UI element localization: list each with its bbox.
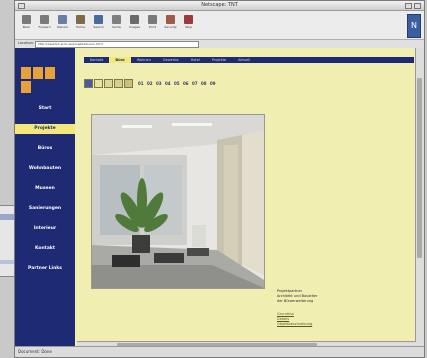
tab-4[interactable]: Gewerbe — [157, 57, 185, 63]
images-icon — [130, 15, 139, 24]
forward-icon — [40, 15, 49, 24]
toolbar-button-images[interactable]: Images — [127, 13, 142, 37]
tab-6[interactable]: Projekte — [206, 57, 232, 63]
home-icon — [76, 15, 85, 24]
site-logo[interactable] — [21, 67, 67, 93]
collapse-box[interactable] — [414, 3, 421, 9]
tab-7[interactable]: Aktuell — [232, 57, 256, 63]
toolbar-button-home[interactable]: Home — [73, 13, 88, 37]
sidebar-item-6[interactable]: Sanierungen — [19, 204, 71, 214]
back-icon — [22, 15, 31, 24]
toolbar-button-stop[interactable]: Stop — [181, 13, 196, 37]
toolbar-button-security[interactable]: Security — [163, 13, 178, 37]
window-title: Netscape: TNT — [201, 2, 238, 8]
url-input[interactable]: http://www.tnt-arch.de/projekte/buero.ht… — [35, 41, 199, 48]
pager-number[interactable]: 06 — [183, 81, 189, 86]
status-bar: Document: Done — [15, 346, 424, 357]
sidebar-item-5[interactable]: Museen — [19, 184, 71, 194]
logo-block — [21, 81, 31, 93]
background-window-stripe — [0, 260, 14, 264]
pager-number[interactable]: 02 — [147, 81, 153, 86]
vertical-scrollbar[interactable] — [415, 48, 424, 347]
zoom-box[interactable] — [405, 3, 412, 9]
security-icon — [166, 15, 175, 24]
toolbar-button-label: Back — [22, 25, 31, 29]
toolbar-button-reload[interactable]: Reload — [55, 13, 70, 37]
toolbar-button-label: Images — [129, 25, 140, 29]
toolbar-button-label: Home — [76, 25, 85, 29]
stop-icon — [184, 15, 193, 24]
reload-icon — [58, 15, 67, 24]
sidebar-item-8[interactable]: Kontakt — [19, 244, 71, 254]
search-icon — [94, 15, 103, 24]
tab-1[interactable]: Kontakt — [84, 57, 109, 63]
sidebar-item-1[interactable]: Start — [19, 104, 71, 114]
toolbar-button-print[interactable]: Print — [145, 13, 160, 37]
pager-number[interactable]: 07 — [192, 81, 198, 86]
tab-5[interactable]: Hotel — [185, 57, 206, 63]
background-window — [0, 205, 15, 277]
navigation-toolbar: N Back Forward Reload Home Search Guide Images… — [15, 11, 424, 40]
page-content: Start Projekte Büros Wohnbauten Museen Sanier… — [15, 48, 424, 347]
logo-block — [45, 67, 55, 79]
toolbar-button-search[interactable]: Search — [91, 13, 106, 37]
background-window-bar — [0, 214, 14, 220]
tab-2[interactable]: Büro — [109, 57, 131, 63]
tab-3[interactable]: Wohnen — [131, 57, 157, 63]
sidebar-item-3[interactable]: Büros — [19, 144, 71, 154]
pager-number[interactable]: 01 — [138, 81, 144, 86]
sidebar-item-4[interactable]: Wohnbauten — [19, 164, 71, 174]
sidebar-item-2[interactable]: Projekte — [15, 124, 75, 134]
guide-icon — [112, 15, 121, 24]
netscape-logo[interactable]: N — [407, 14, 421, 38]
print-icon — [148, 15, 157, 24]
location-label: Location: — [18, 41, 34, 45]
toolbar-button-label: Reload — [57, 25, 68, 29]
pager-number[interactable]: 08 — [201, 81, 207, 86]
pager-square-1[interactable] — [84, 79, 93, 88]
toolbar-button-label: Security — [164, 25, 177, 29]
site-sidebar: Start Projekte Büros Wohnbauten Museen Sanier… — [15, 48, 75, 347]
toolbar-button-label: Search — [93, 25, 104, 29]
toolbar-button-label: Print — [149, 25, 156, 29]
browser-window: Netscape: TNT N Back Forward Reload Home Sea… — [14, 0, 425, 358]
sidebar-item-9[interactable]: Partner Links — [19, 264, 71, 274]
title-bar[interactable]: Netscape: TNT — [15, 1, 424, 11]
caption-line: der Büroerweiterung — [277, 299, 314, 303]
logo-block — [33, 67, 43, 79]
pager-number[interactable]: 04 — [165, 81, 171, 86]
pager-square-4[interactable] — [114, 79, 123, 88]
toolbar-button-back[interactable]: Back — [19, 13, 34, 37]
interior-photo — [91, 114, 265, 289]
toolbar-button-label: Guide — [112, 25, 121, 29]
pager-square-5[interactable] — [124, 79, 133, 88]
toolbar-button-guide[interactable]: Guide — [109, 13, 124, 37]
project-caption: Projektpartner Architekt und Bauleiter der… — [277, 289, 387, 304]
pager-square-2[interactable] — [94, 79, 103, 88]
logo-block — [21, 67, 31, 79]
project-links: Grundriss Details Objektbeschreibung — [277, 312, 377, 327]
toolbar-button-label: Stop — [185, 25, 192, 29]
toolbar-button-forward[interactable]: Forward — [37, 13, 52, 37]
toolbar-button-label: Forward — [38, 25, 51, 29]
vertical-scroll-thumb[interactable] — [417, 78, 422, 258]
site-tabs: Kontakt Büro Wohnen Gewerbe Hotel Projekte Akt… — [84, 57, 414, 63]
project-link[interactable]: Objektbeschreibung — [277, 322, 377, 327]
pager-number[interactable]: 03 — [156, 81, 162, 86]
pager-number[interactable]: 09 — [210, 81, 216, 86]
pager-number[interactable]: 05 — [174, 81, 180, 86]
status-text: Document: Done — [18, 349, 52, 354]
sidebar-item-7[interactable]: Interieur — [19, 224, 71, 234]
pager-square-3[interactable] — [104, 79, 113, 88]
office-interior-image — [92, 115, 264, 288]
